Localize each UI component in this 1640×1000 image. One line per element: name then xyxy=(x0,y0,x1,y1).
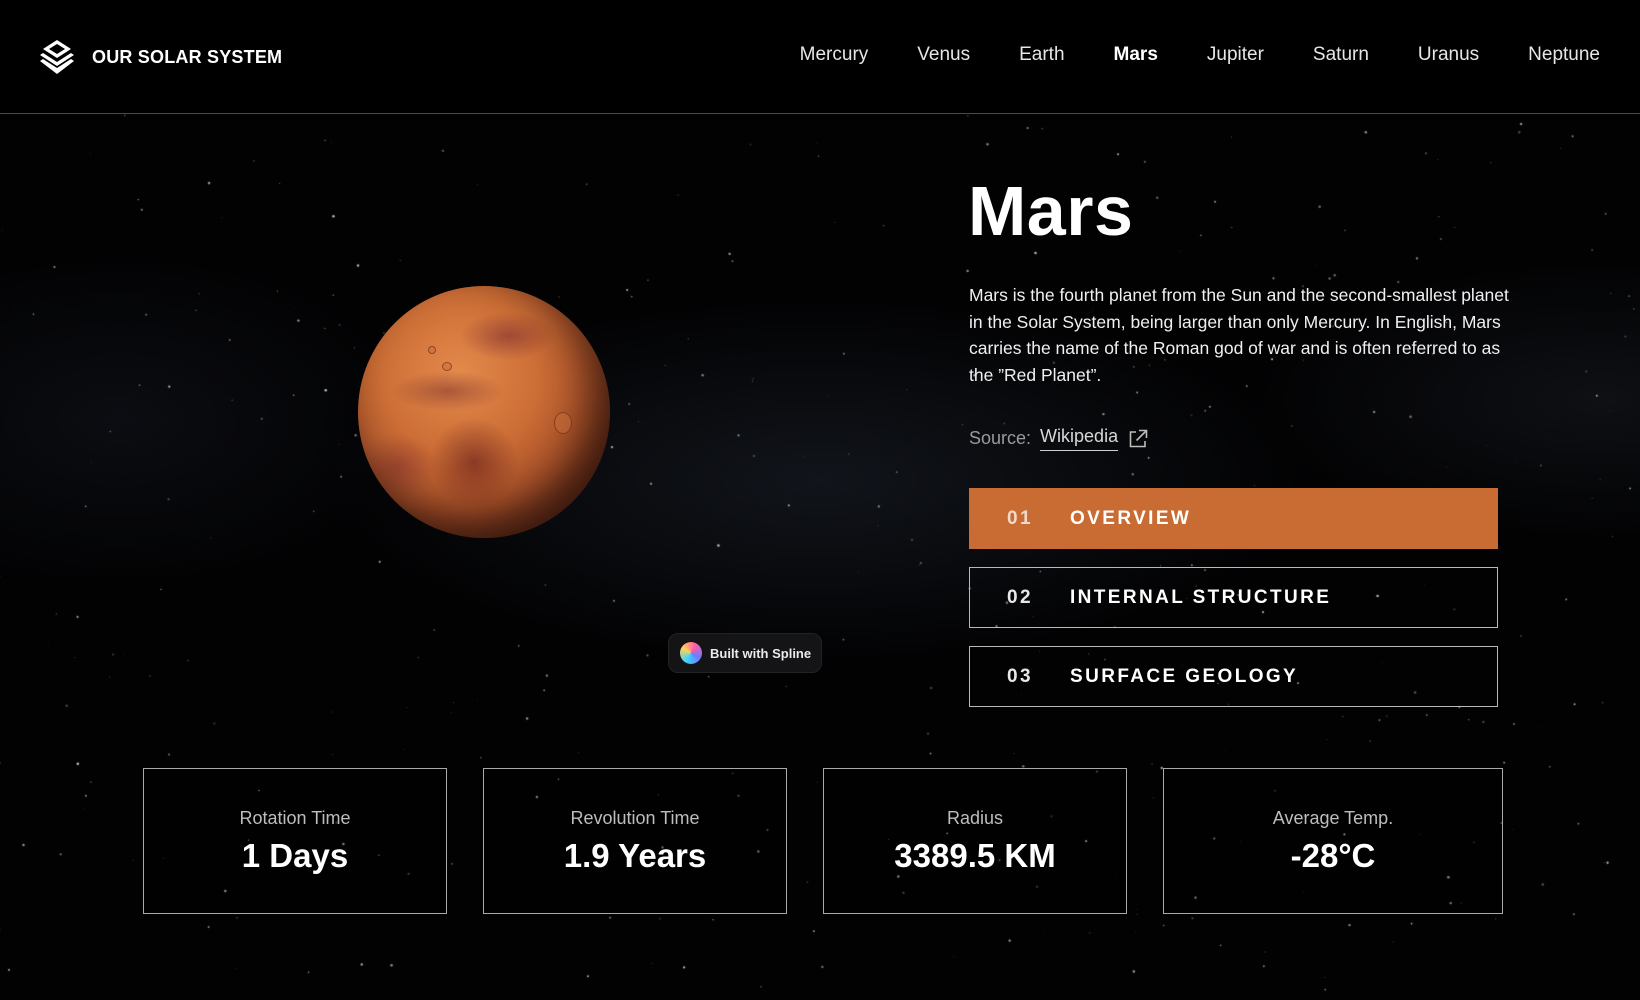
stat-radius: Radius 3389.5 KM xyxy=(823,768,1127,914)
planet-crater xyxy=(442,362,452,371)
nav-item-mercury[interactable]: Mercury xyxy=(800,44,869,66)
tab-internal-structure[interactable]: 02 INTERNAL STRUCTURE xyxy=(969,567,1498,628)
solar-system-logo-icon xyxy=(40,40,74,74)
nav-item-uranus[interactable]: Uranus xyxy=(1418,44,1479,66)
tab-number: 03 xyxy=(1007,665,1033,687)
brand[interactable]: OUR SOLAR SYSTEM xyxy=(38,38,282,76)
planet-title: Mars xyxy=(968,172,1134,250)
stat-revolution-time: Revolution Time 1.9 Years xyxy=(483,768,787,914)
tab-label: INTERNAL STRUCTURE xyxy=(1070,586,1332,608)
tab-number: 02 xyxy=(1007,586,1033,608)
planet-crater xyxy=(428,346,436,354)
wikipedia-link[interactable]: Wikipedia xyxy=(1040,426,1119,451)
built-with-spline-badge[interactable]: Built with Spline xyxy=(668,633,822,673)
brand-name: OUR SOLAR SYSTEM xyxy=(92,46,283,67)
stat-average-temp: Average Temp. -28°C xyxy=(1163,768,1503,914)
planet-nav: Mercury Venus Earth Mars Jupiter Saturn … xyxy=(800,44,1600,66)
planet-stats: Rotation Time 1 Days Revolution Time 1.9… xyxy=(143,768,1503,914)
source-line: Source: Wikipedia xyxy=(969,426,1149,451)
tab-label: SURFACE GEOLOGY xyxy=(1070,665,1299,687)
top-nav-bar: OUR SOLAR SYSTEM Mercury Venus Earth Mar… xyxy=(0,0,1640,114)
stat-label: Rotation Time xyxy=(239,807,351,828)
stat-label: Radius xyxy=(946,807,1004,828)
spline-logo-icon xyxy=(680,642,702,664)
tab-label: OVERVIEW xyxy=(1070,507,1192,529)
planet-3d-model[interactable] xyxy=(358,286,610,538)
nav-item-saturn[interactable]: Saturn xyxy=(1313,44,1369,66)
planet-crater xyxy=(554,412,572,434)
planet-description: Mars is the fourth planet from the Sun a… xyxy=(969,285,1509,385)
planet-info-tabs: 01 OVERVIEW 02 INTERNAL STRUCTURE 03 SUR… xyxy=(969,488,1498,725)
external-link-icon[interactable] xyxy=(1127,428,1149,450)
stat-label: Revolution Time xyxy=(570,807,700,828)
nav-item-neptune[interactable]: Neptune xyxy=(1528,44,1600,66)
source-label: Source: xyxy=(969,428,1032,448)
page: OUR SOLAR SYSTEM Mercury Venus Earth Mar… xyxy=(0,0,1640,1000)
nav-item-jupiter[interactable]: Jupiter xyxy=(1207,44,1264,66)
stat-rotation-time: Rotation Time 1 Days xyxy=(143,768,447,914)
stat-label: Average Temp. xyxy=(1272,807,1394,828)
nav-item-venus[interactable]: Venus xyxy=(917,44,970,66)
stat-value: 3389.5 KM xyxy=(894,836,1056,874)
nav-item-mars[interactable]: Mars xyxy=(1114,44,1158,66)
tab-surface-geology[interactable]: 03 SURFACE GEOLOGY xyxy=(969,646,1498,707)
tab-overview[interactable]: 01 OVERVIEW xyxy=(969,488,1498,549)
badge-label: Built with Spline xyxy=(710,645,812,661)
stat-value: -28°C xyxy=(1290,836,1376,874)
stat-value: 1.9 Years xyxy=(563,836,707,874)
stat-value: 1 Days xyxy=(241,836,349,874)
nav-item-earth[interactable]: Earth xyxy=(1019,44,1064,66)
tab-number: 01 xyxy=(1007,507,1033,529)
